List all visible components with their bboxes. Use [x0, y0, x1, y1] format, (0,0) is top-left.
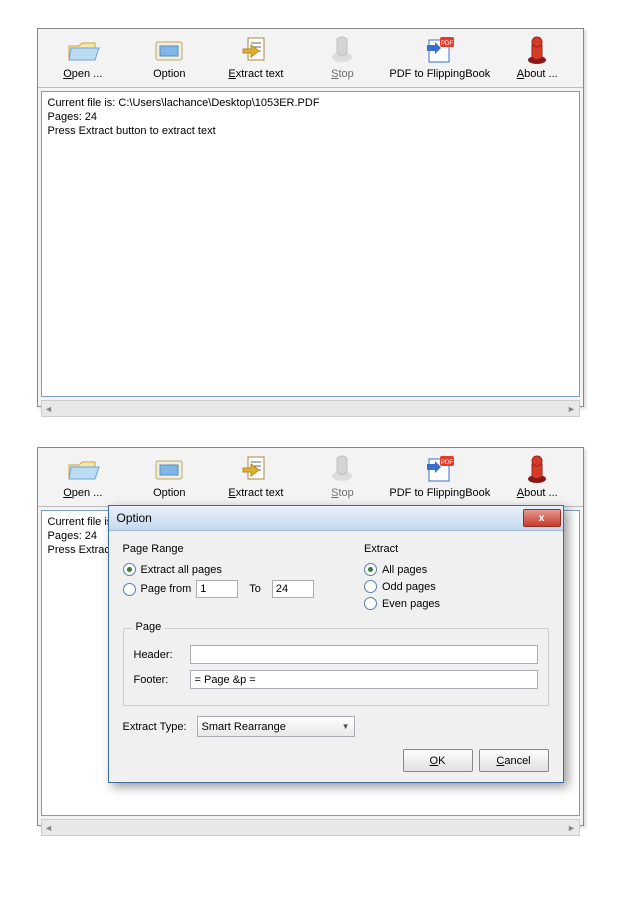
log-line: Current file is: C:\Users\lachance\Deskt…	[48, 96, 573, 110]
about-label: About ...	[517, 68, 558, 80]
about-icon	[525, 33, 549, 67]
pdf-to-flippingbook-button[interactable]: PDF PDF to FlippingBook	[386, 450, 494, 499]
radio-label: All pages	[382, 564, 427, 576]
stop-icon	[329, 452, 355, 486]
option-button[interactable]: Option	[126, 450, 213, 499]
close-icon: x	[539, 513, 545, 524]
option-label: Option	[153, 487, 185, 499]
horizontal-scrollbar[interactable]: ◄ ►	[41, 400, 580, 417]
to-label: To	[249, 583, 261, 595]
radio-icon	[123, 583, 136, 596]
page-from-input[interactable]	[196, 580, 238, 598]
main-window-2: Open ... Option Extract text Stop PDF PD…	[37, 447, 584, 826]
radio-label: Extract all pages	[141, 564, 222, 576]
extract-button[interactable]: Extract text	[213, 450, 300, 499]
extract-text-icon	[241, 452, 271, 486]
ok-button[interactable]: OK	[403, 749, 473, 772]
footer-input[interactable]	[190, 670, 538, 689]
main-window-1: Open ... Option Extract text Stop PDF PD…	[37, 28, 584, 407]
radio-odd-pages[interactable]: Odd pages	[364, 580, 549, 593]
open-button[interactable]: Open ...	[40, 450, 127, 499]
pdf2fb-label: PDF to FlippingBook	[389, 68, 490, 80]
extract-text-icon	[241, 33, 271, 67]
toolbar: Open ... Option Extract text Stop PDF PD…	[38, 29, 583, 88]
extract-group-label: Extract	[364, 543, 549, 555]
extract-label: Extract text	[228, 68, 283, 80]
header-label: Header:	[134, 649, 182, 661]
about-button[interactable]: About ...	[494, 450, 581, 499]
page-groupbox: Page Header: Footer:	[123, 628, 549, 706]
stop-button[interactable]: Stop	[299, 450, 386, 499]
radio-page-from[interactable]: Page from To	[123, 580, 344, 598]
dialog-titlebar: Option x	[109, 506, 563, 531]
extract-button[interactable]: Extract text	[213, 31, 300, 80]
dialog-body: Page Range Extract all pages Page from T…	[109, 531, 563, 782]
stop-label: Stop	[331, 68, 354, 80]
radio-label: Odd pages	[382, 581, 436, 593]
radio-even-pages[interactable]: Even pages	[364, 597, 549, 610]
option-dialog: Option x Page Range Extract all pages Pa…	[108, 505, 564, 783]
about-label: About ...	[517, 487, 558, 499]
radio-icon	[364, 597, 377, 610]
log-output: Current file is: C:\Users\lachance\Deskt…	[41, 91, 580, 397]
scroll-left-icon[interactable]: ◄	[42, 404, 56, 414]
pdf2fb-label: PDF to FlippingBook	[389, 487, 490, 499]
dialog-title: Option	[117, 511, 523, 525]
radio-icon	[364, 563, 377, 576]
toolbar: Open ... Option Extract text Stop PDF PD…	[38, 448, 583, 507]
header-input[interactable]	[190, 645, 538, 664]
pdf-flippingbook-icon: PDF	[424, 33, 456, 67]
stop-icon	[329, 33, 355, 67]
horizontal-scrollbar[interactable]: ◄ ►	[41, 819, 580, 836]
radio-label: Even pages	[382, 598, 440, 610]
page-range-label: Page Range	[123, 543, 344, 555]
about-button[interactable]: About ...	[494, 31, 581, 80]
combo-value: Smart Rearrange	[202, 721, 286, 733]
extract-type-combo[interactable]: Smart Rearrange ▼	[197, 716, 355, 737]
radio-icon	[123, 563, 136, 576]
log-line: Press Extract button to extract text	[48, 124, 573, 138]
svg-text:PDF: PDF	[441, 41, 453, 47]
option-icon	[152, 452, 186, 486]
folder-open-icon	[65, 33, 101, 67]
stop-label: Stop	[331, 487, 354, 499]
extract-label: Extract text	[228, 487, 283, 499]
option-button[interactable]: Option	[126, 31, 213, 80]
radio-all-pages[interactable]: All pages	[364, 563, 549, 576]
open-button[interactable]: Open ...	[40, 31, 127, 80]
radio-label: Page from	[141, 583, 192, 595]
scroll-left-icon[interactable]: ◄	[42, 823, 56, 833]
radio-icon	[364, 580, 377, 593]
scroll-right-icon[interactable]: ►	[565, 823, 579, 833]
log-line: Pages: 24	[48, 110, 573, 124]
pdf-to-flippingbook-button[interactable]: PDF PDF to FlippingBook	[386, 31, 494, 80]
page-to-input[interactable]	[272, 580, 314, 598]
scroll-right-icon[interactable]: ►	[565, 404, 579, 414]
stop-button[interactable]: Stop	[299, 31, 386, 80]
open-label: Open ...	[63, 487, 102, 499]
extract-type-label: Extract Type:	[123, 721, 187, 733]
pdf-flippingbook-icon: PDF	[424, 452, 456, 486]
about-icon	[525, 452, 549, 486]
footer-label: Footer:	[134, 674, 182, 686]
svg-text:PDF: PDF	[441, 460, 453, 466]
radio-extract-all-pages[interactable]: Extract all pages	[123, 563, 344, 576]
close-button[interactable]: x	[523, 509, 561, 527]
open-label: Open ...	[63, 68, 102, 80]
cancel-button[interactable]: Cancel	[479, 749, 549, 772]
chevron-down-icon: ▼	[342, 722, 350, 731]
page-group-label: Page	[132, 621, 166, 633]
option-icon	[152, 33, 186, 67]
option-label: Option	[153, 68, 185, 80]
folder-open-icon	[65, 452, 101, 486]
